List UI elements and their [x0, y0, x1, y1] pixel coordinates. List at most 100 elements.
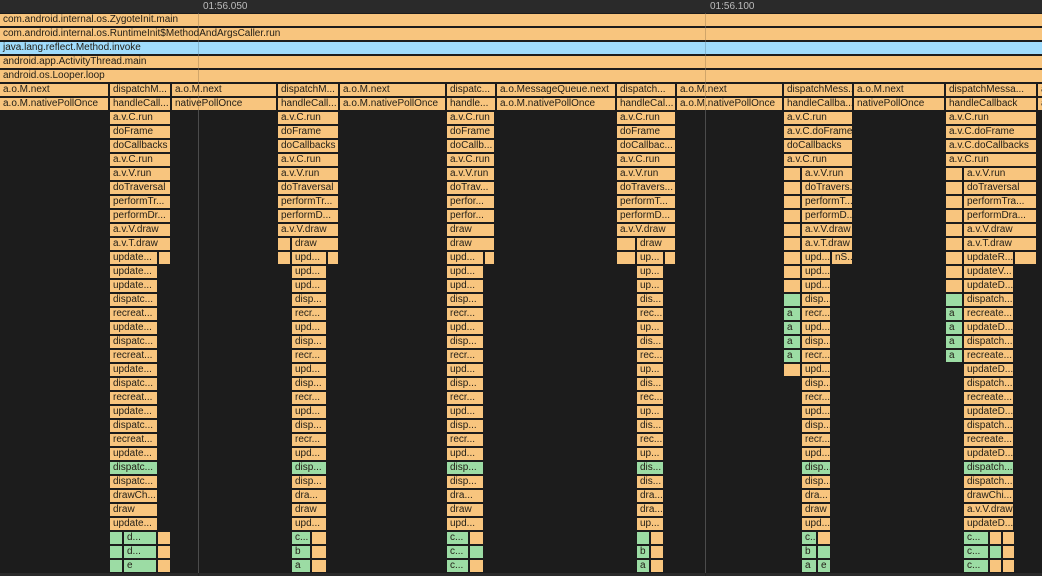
frame-cell[interactable]: dispatc... — [447, 84, 495, 96]
frame-cell[interactable]: upd... — [802, 364, 830, 376]
frame-cell[interactable]: c... — [292, 532, 310, 544]
frame-cell[interactable]: dis... — [637, 294, 663, 306]
frame-cell[interactable]: dis... — [637, 378, 663, 390]
frame-cell[interactable]: a.v.V.draw — [802, 224, 852, 236]
frame-cell[interactable]: upd... — [447, 252, 483, 264]
frame-cell[interactable]: b — [637, 546, 649, 558]
frame-cell[interactable]: dis... — [637, 336, 663, 348]
frame-cell[interactable]: a.v.V.run — [447, 168, 494, 180]
frame-cell[interactable]: up... — [637, 518, 663, 530]
frame-cell[interactable]: performT... — [617, 196, 675, 208]
frame-cell[interactable]: a — [784, 308, 800, 320]
frame-cell[interactable]: updateD... — [964, 364, 1013, 376]
frame-cell[interactable]: recr... — [447, 434, 483, 446]
frame-cell[interactable]: up... — [637, 266, 663, 278]
frame-cell[interactable]: a.o.MessageQueue.next — [497, 84, 615, 96]
frame-cell[interactable]: upd... — [447, 280, 483, 292]
frame-cell[interactable]: updateD... — [964, 448, 1013, 460]
frame-cell[interactable]: e — [818, 560, 830, 572]
frame-cell[interactable]: c... — [964, 560, 988, 572]
frame-cell[interactable]: a — [292, 560, 310, 572]
frame-cell[interactable]: dis... — [637, 476, 663, 488]
frame-cell[interactable] — [784, 168, 800, 180]
frame-cell[interactable]: dispatchMessa... — [946, 84, 1036, 96]
frame-cell[interactable]: upd... — [292, 280, 326, 292]
frame-cell[interactable] — [312, 546, 326, 558]
frame-cell[interactable]: upd... — [292, 364, 326, 376]
frame-cell[interactable]: up... — [637, 364, 663, 376]
frame-cell[interactable]: c... — [964, 532, 988, 544]
frame-cell[interactable] — [110, 560, 122, 572]
frame-cell[interactable]: updateR... — [964, 252, 1013, 264]
frame-cell[interactable]: disp... — [447, 294, 483, 306]
frame-cell[interactable]: performT... — [802, 196, 852, 208]
frame-cell[interactable] — [110, 532, 122, 544]
frame-cell[interactable]: a.o.M.next — [340, 84, 445, 96]
frame-cell[interactable] — [470, 532, 483, 544]
frame-cell[interactable]: disp... — [292, 420, 326, 432]
flame-chart[interactable]: 01:56.050 01:56.100 com.android.internal.… — [0, 0, 1042, 576]
frame-cell[interactable]: a.v.V.draw — [110, 224, 170, 236]
frame-cell[interactable]: dispatchM... — [278, 84, 338, 96]
frame-cell[interactable]: recreat... — [110, 350, 157, 362]
frame-cell[interactable]: recr... — [292, 434, 326, 446]
frame-cell[interactable] — [784, 196, 800, 208]
frame-cell[interactable] — [946, 182, 962, 194]
frame-cell[interactable] — [946, 168, 962, 180]
frame-cell[interactable] — [637, 532, 649, 544]
frame-cell[interactable]: a — [946, 322, 962, 334]
frame-cell[interactable]: disp... — [292, 462, 326, 474]
frame-cell[interactable]: a — [784, 350, 800, 362]
frame-cell[interactable]: dra... — [447, 490, 483, 502]
frame-cell[interactable]: a.v.C.run — [784, 112, 852, 124]
frame-cell[interactable]: b — [802, 546, 816, 558]
frame-cell[interactable]: a — [784, 336, 800, 348]
frame-cell[interactable]: a.o.M.nativePollOnce — [0, 98, 108, 110]
frame-cell[interactable]: disp... — [447, 336, 483, 348]
frame-cell[interactable] — [946, 252, 962, 264]
frame-cell[interactable]: disp... — [802, 462, 830, 474]
frame-cell[interactable]: doTraversal — [964, 182, 1036, 194]
frame-cell[interactable]: drawCh... — [110, 490, 157, 502]
frame-cell[interactable]: a.v.T.draw — [964, 238, 1036, 250]
frame-cell[interactable]: a.v.C.run — [946, 112, 1036, 124]
frame-cell[interactable] — [946, 238, 962, 250]
frame-cell[interactable] — [946, 266, 962, 278]
frame-cell[interactable]: upd... — [292, 266, 326, 278]
frame-cell[interactable]: update... — [110, 364, 157, 376]
frame-cell[interactable]: a — [637, 560, 649, 572]
frame-cell[interactable]: b — [292, 546, 310, 558]
frame-cell[interactable]: dis... — [637, 462, 663, 474]
frame-cell[interactable]: performDr... — [110, 210, 170, 222]
frame-cell[interactable]: disp... — [802, 294, 830, 306]
frame-cell[interactable] — [651, 560, 663, 572]
frame-cell[interactable]: recreate... — [964, 392, 1013, 404]
frame-cell[interactable]: dispatc... — [110, 294, 157, 306]
frame-cell[interactable]: java.lang.reflect.Method.invoke — [0, 42, 1042, 54]
frame-cell[interactable]: a.v.C.run — [110, 112, 170, 124]
frame-cell[interactable]: perfor... — [447, 196, 494, 208]
frame-cell[interactable]: dra... — [637, 504, 663, 516]
frame-cell[interactable]: rec... — [637, 434, 663, 446]
frame-cell[interactable]: recr... — [447, 350, 483, 362]
frame-cell[interactable]: dispatc... — [110, 476, 157, 488]
frame-cell[interactable]: handleCall... — [110, 98, 170, 110]
frame-cell[interactable]: a.v.T.draw — [802, 238, 852, 250]
frame-cell[interactable]: dis... — [637, 420, 663, 432]
frame-cell[interactable]: handleCall... — [278, 98, 338, 110]
frame-cell[interactable]: performDra... — [964, 210, 1036, 222]
frame-cell[interactable] — [990, 560, 1001, 572]
frame-cell[interactable]: d... — [124, 532, 156, 544]
frame-cell[interactable] — [158, 560, 170, 572]
frame-cell[interactable]: a.v.V.run — [278, 168, 338, 180]
frame-cell[interactable] — [784, 364, 800, 376]
frame-cell[interactable]: dispatchMess... — [784, 84, 852, 96]
frame-cell[interactable]: c... — [802, 532, 816, 544]
frame-cell[interactable] — [485, 252, 494, 264]
frame-cell[interactable]: updateD... — [964, 518, 1013, 530]
frame-cell[interactable]: update... — [110, 280, 157, 292]
frame-cell[interactable]: upd... — [292, 518, 326, 530]
frame-cell[interactable]: draw — [447, 224, 494, 236]
frame-cell[interactable]: dispatc... — [110, 378, 157, 390]
frame-cell[interactable] — [665, 252, 675, 264]
